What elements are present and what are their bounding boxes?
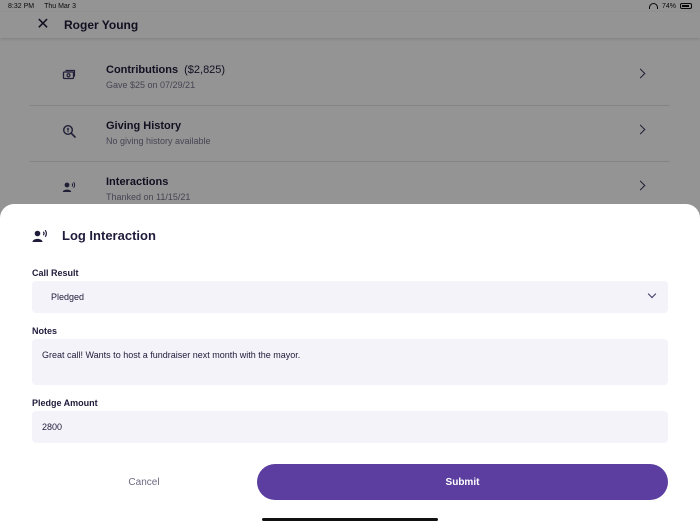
- submit-button[interactable]: Submit: [257, 464, 668, 500]
- pledge-amount-label: Pledge Amount: [32, 398, 98, 408]
- sheet-header: Log Interaction: [32, 228, 156, 243]
- call-result-select[interactable]: Pledged: [32, 281, 668, 313]
- home-indicator: [262, 518, 438, 521]
- notes-label: Notes: [32, 326, 58, 336]
- notes-textarea[interactable]: Great call! Wants to host a fundraiser n…: [32, 339, 668, 385]
- person-voice-icon: [32, 229, 47, 242]
- call-result-label: Call Result: [32, 268, 79, 278]
- call-result-value: Pledged: [51, 292, 85, 302]
- log-interaction-sheet: Log Interaction Call Result Pledged Note…: [0, 204, 700, 525]
- chevron-down-icon: [647, 289, 657, 299]
- cancel-button[interactable]: Cancel: [32, 464, 256, 500]
- pledge-amount-input[interactable]: 2800: [32, 411, 668, 443]
- sheet-title: Log Interaction: [62, 228, 156, 243]
